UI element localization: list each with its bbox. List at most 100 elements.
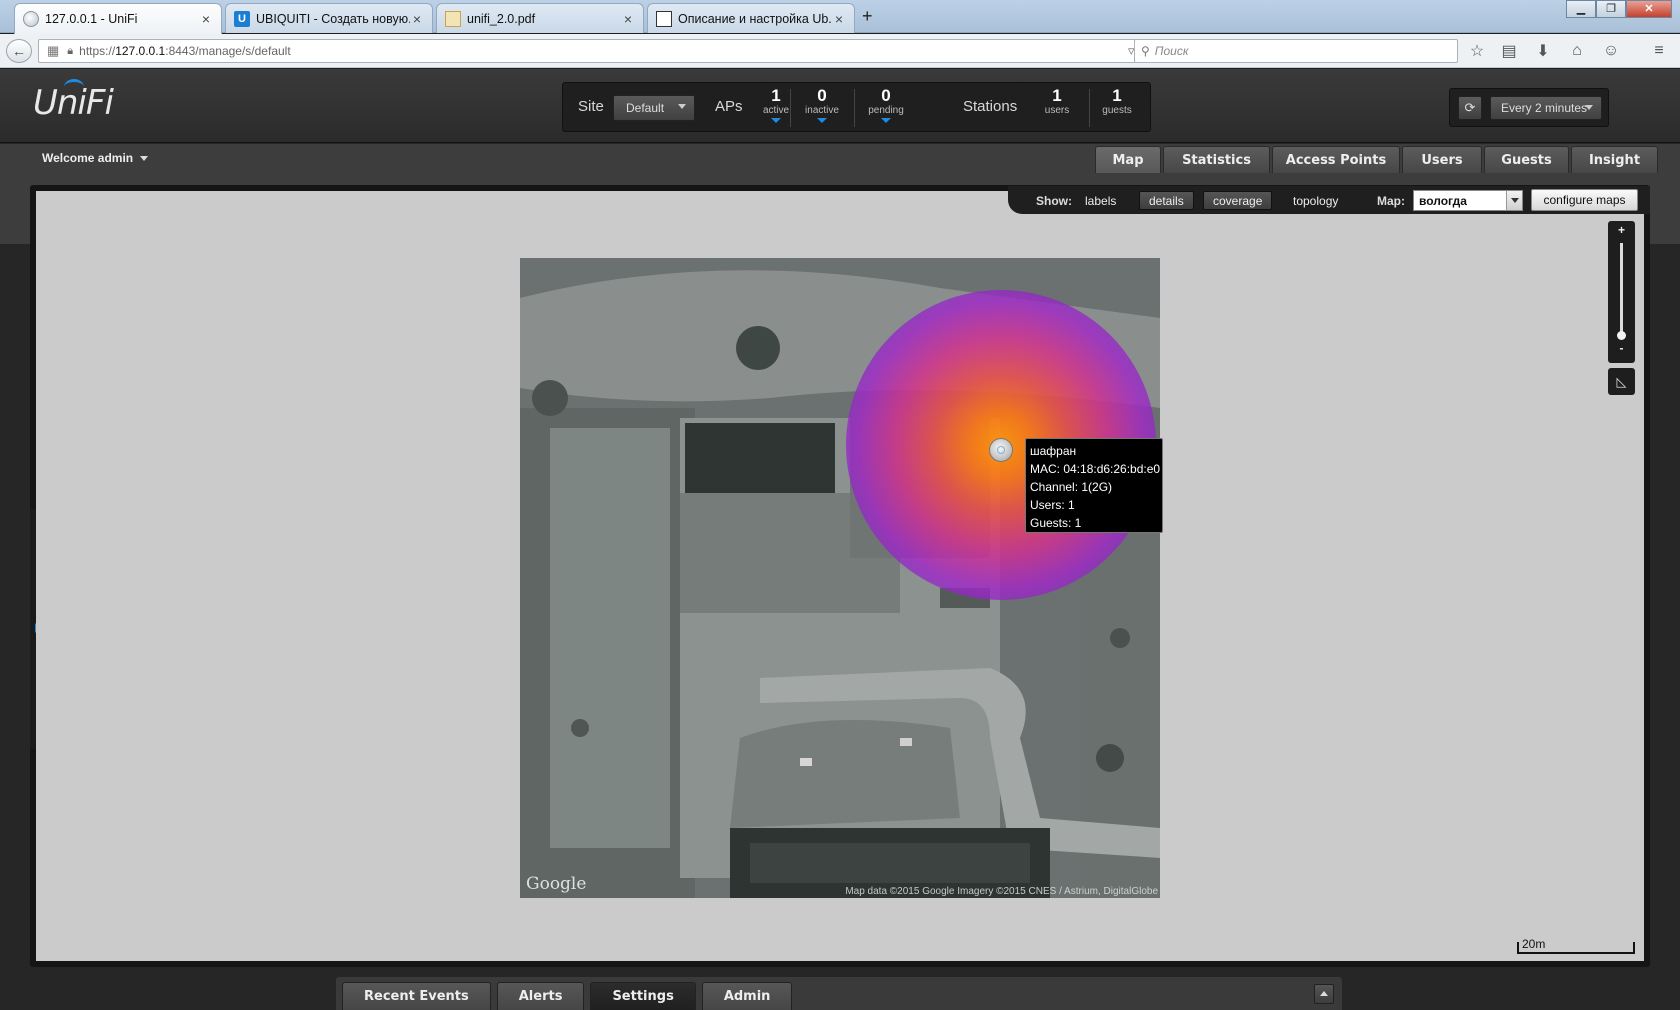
browser-tab-label: unifi_2.0.pdf bbox=[467, 11, 536, 26]
tab-recent-events[interactable]: Recent Events bbox=[342, 982, 491, 1010]
close-icon[interactable]: × bbox=[832, 11, 846, 27]
welcome-text: Welcome admin bbox=[42, 151, 134, 165]
ap-guests: Guests: 1 bbox=[1030, 516, 1082, 530]
address-bar[interactable]: ▦ 🔒︎ https://127.0.0.1:8443/manage/s/def… bbox=[38, 39, 1158, 63]
url-host: 127.0.0.1 bbox=[115, 44, 166, 58]
tab-access-points[interactable]: Access Points bbox=[1272, 146, 1400, 173]
maximize-icon[interactable]: ❐ bbox=[1596, 0, 1626, 18]
map-select-value: вологда bbox=[1419, 193, 1467, 208]
bookmark-star-icon[interactable]: ☆ bbox=[1466, 40, 1488, 62]
ap-channel: Channel: 1(2G) bbox=[1030, 480, 1113, 494]
tab-guests[interactable]: Guests bbox=[1484, 146, 1569, 173]
tab-map[interactable]: Map bbox=[1095, 146, 1161, 173]
chevron-down-icon bbox=[1585, 105, 1593, 110]
refresh-interval-select[interactable]: Every 2 minutes bbox=[1490, 96, 1602, 120]
main-tabs: Map Statistics Access Points Users Guest… bbox=[1095, 146, 1658, 173]
tab-alerts[interactable]: Alerts bbox=[496, 982, 585, 1010]
browser-tab-article[interactable]: Описание и настройка Ub... × bbox=[647, 3, 855, 33]
toggle-labels[interactable]: labels bbox=[1076, 191, 1125, 210]
pdf-icon bbox=[445, 10, 461, 27]
browser-tab-unifi[interactable]: 127.0.0.1 - UniFi × bbox=[14, 3, 222, 34]
zoom-track[interactable] bbox=[1620, 243, 1623, 339]
zoom-in-button[interactable]: + bbox=[1608, 223, 1635, 237]
chevron-down-icon bbox=[817, 118, 827, 123]
chat-icon[interactable]: ☺ bbox=[1600, 40, 1622, 62]
windows-icon bbox=[656, 10, 672, 27]
aps-inactive-stat[interactable]: 0 inactive bbox=[792, 87, 852, 123]
zoom-control: + - bbox=[1608, 221, 1635, 363]
stations-guests-count: 1 bbox=[1112, 86, 1122, 105]
scale-bar: 20m bbox=[1517, 937, 1635, 954]
close-icon[interactable]: × bbox=[199, 11, 213, 27]
tab-users[interactable]: Users bbox=[1402, 146, 1482, 173]
measure-tool-icon[interactable]: ◺ bbox=[1608, 368, 1635, 395]
globe-icon bbox=[23, 11, 39, 27]
browser-tab-label: 127.0.0.1 - UniFi bbox=[45, 12, 138, 26]
reading-list-icon[interactable]: ▤ bbox=[1498, 40, 1520, 62]
welcome-menu[interactable]: Welcome admin bbox=[42, 151, 149, 165]
toggle-coverage[interactable]: coverage bbox=[1203, 191, 1273, 210]
map-toolbar: Show: labels details coverage topology M… bbox=[1008, 186, 1650, 214]
stations-users-label: users bbox=[1044, 105, 1070, 116]
aps-inactive-label: inactive bbox=[805, 105, 839, 116]
menu-icon[interactable]: ≡ bbox=[1648, 40, 1670, 62]
aps-label: APs bbox=[715, 98, 743, 115]
refresh-interval-value: Every 2 minutes bbox=[1501, 101, 1588, 115]
close-icon[interactable]: × bbox=[410, 11, 424, 27]
stations-guests-stat[interactable]: 1 guests bbox=[1087, 87, 1147, 117]
search-placeholder: Поиск bbox=[1154, 44, 1189, 58]
unifi-header: UniFi Site Default APs 1 active 0 inacti… bbox=[0, 69, 1680, 143]
map-label: Map: bbox=[1377, 194, 1405, 208]
refresh-icon[interactable]: ⟳ bbox=[1458, 96, 1482, 120]
access-point-marker[interactable] bbox=[989, 438, 1013, 462]
stations-label: Stations bbox=[963, 98, 1018, 115]
aps-pending-count: 0 bbox=[881, 86, 891, 105]
site-select[interactable]: Default bbox=[613, 95, 695, 121]
search-input[interactable]: ⚲ Поиск bbox=[1134, 39, 1458, 63]
divider bbox=[790, 89, 791, 127]
tab-insight[interactable]: Insight bbox=[1571, 146, 1658, 173]
home-icon[interactable]: ⌂ bbox=[1566, 40, 1588, 62]
toggle-topology[interactable]: topology bbox=[1284, 191, 1347, 210]
chevron-down-icon bbox=[771, 118, 781, 123]
page-grid-icon: ▦ bbox=[47, 43, 60, 58]
url-prefix: https:// bbox=[79, 44, 116, 58]
map-select[interactable]: вологда bbox=[1413, 190, 1523, 211]
window-controls: ▁ ❐ ✕ bbox=[1566, 0, 1672, 18]
browser-tab-pdf[interactable]: unifi_2.0.pdf × bbox=[436, 3, 644, 33]
minimize-icon[interactable]: ▁ bbox=[1566, 0, 1596, 18]
zoom-out-button[interactable]: - bbox=[1608, 341, 1635, 355]
access-point-tooltip: шафран MAC: 04:18:d6:26:bd:e0 Channel: 1… bbox=[1025, 438, 1163, 533]
tab-statistics[interactable]: Statistics bbox=[1163, 146, 1270, 173]
aps-pending-stat[interactable]: 0 pending bbox=[856, 87, 916, 123]
tab-admin[interactable]: Admin bbox=[701, 982, 793, 1010]
download-icon[interactable]: ⬇ bbox=[1532, 40, 1554, 62]
ap-users: Users: 1 bbox=[1030, 498, 1075, 512]
configure-maps-button[interactable]: configure maps bbox=[1531, 189, 1638, 211]
divider bbox=[854, 89, 855, 127]
new-tab-icon[interactable]: + bbox=[862, 6, 873, 27]
site-value: Default bbox=[626, 101, 665, 115]
aps-pending-label: pending bbox=[868, 105, 904, 116]
browser-tab-ubiquiti[interactable]: U UBIQUITI - Создать новую... × bbox=[225, 3, 433, 33]
window-close-icon[interactable]: ✕ bbox=[1626, 0, 1672, 18]
browser-navbar: ← ▦ 🔒︎ https://127.0.0.1:8443/manage/s/d… bbox=[0, 34, 1680, 68]
chevron-up-icon[interactable] bbox=[1314, 984, 1334, 1004]
bottom-tabs: Recent Events Alerts Settings Admin bbox=[342, 982, 793, 1010]
wifi-arc-icon bbox=[64, 79, 84, 95]
google-logo: Google bbox=[526, 874, 587, 894]
stations-users-stat[interactable]: 1 users bbox=[1027, 87, 1087, 117]
map-attribution: Map data ©2015 Google Imagery ©2015 CNES… bbox=[845, 886, 1158, 897]
tab-settings[interactable]: Settings bbox=[590, 982, 696, 1010]
close-icon[interactable]: × bbox=[621, 11, 635, 27]
zoom-slider-handle[interactable] bbox=[1617, 331, 1626, 340]
scale-label: 20m bbox=[1522, 937, 1546, 951]
status-panel: Site Default APs 1 active 0 inactive 0 p… bbox=[562, 82, 1151, 132]
toggle-details[interactable]: details bbox=[1139, 191, 1194, 210]
ap-mac: MAC: 04:18:d6:26:bd:e0 bbox=[1030, 462, 1161, 476]
aps-inactive-count: 0 bbox=[817, 86, 827, 105]
chevron-down-icon bbox=[1506, 191, 1522, 210]
refresh-control: ⟳ Every 2 minutes bbox=[1449, 88, 1609, 127]
back-arrow-icon[interactable]: ← bbox=[6, 39, 32, 63]
stations-guests-label: guests bbox=[1102, 105, 1132, 116]
